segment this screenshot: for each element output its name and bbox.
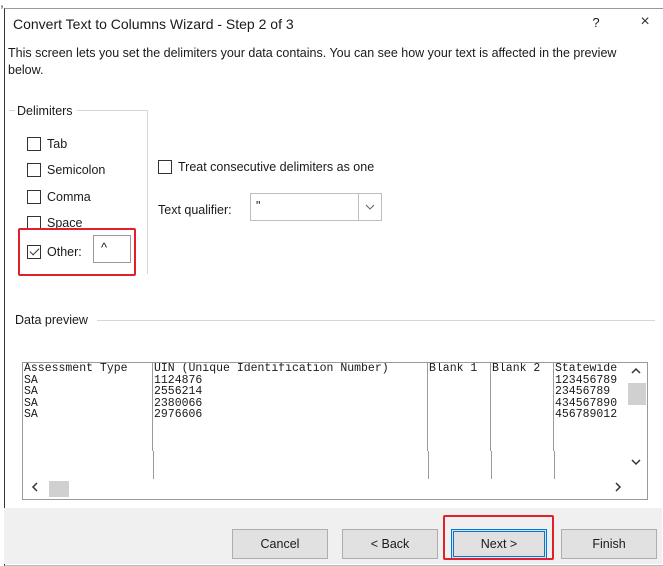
scroll-left-icon[interactable] (31, 480, 38, 495)
scroll-up-icon[interactable] (631, 365, 641, 377)
cancel-button-label: Cancel (260, 537, 300, 551)
scroll-down-icon[interactable] (631, 457, 641, 469)
consecutive-option[interactable]: Treat consecutive delimiters as one (158, 160, 374, 174)
data-preview-pane[interactable]: Assessment Type SA SA SA SA UIN (Unique … (22, 362, 648, 500)
preview-header: Blank 1 (429, 363, 478, 375)
comma-checkbox[interactable] (27, 190, 41, 204)
tab-label: Tab (47, 137, 68, 151)
other-highlight-box (18, 228, 136, 276)
semicolon-label: Semicolon (47, 163, 106, 177)
preview-header: Assessment Type (24, 363, 128, 375)
dialog-title: Convert Text to Columns Wizard - Step 2 … (13, 16, 294, 32)
preview-header: Blank 2 (492, 363, 541, 375)
help-button[interactable]: ? (589, 15, 603, 30)
finish-button[interactable]: Finish (561, 529, 657, 559)
horizontal-scroll-thumb[interactable] (49, 481, 69, 497)
preview-column-divider (491, 451, 492, 479)
back-button-label: < Back (370, 537, 410, 551)
comma-label: Comma (47, 190, 91, 204)
delimiters-group-label: Delimiters (15, 104, 77, 118)
preview-column[interactable]: Blank 1 (428, 363, 491, 451)
preview-divider (97, 320, 655, 321)
vertical-scroll-thumb[interactable] (628, 383, 646, 405)
tab-option[interactable]: Tab (27, 137, 67, 151)
tab-checkbox[interactable] (27, 137, 41, 151)
preview-column-divider (554, 451, 555, 479)
semicolon-checkbox[interactable] (27, 163, 41, 177)
close-button[interactable]: × (635, 11, 655, 33)
finish-button-label: Finish (592, 537, 626, 551)
consecutive-checkbox[interactable] (158, 160, 172, 174)
preview-column[interactable]: UIN (Unique Identification Number) 11248… (153, 363, 428, 451)
consecutive-label: Treat consecutive delimiters as one (178, 160, 375, 174)
comma-option[interactable]: Comma (27, 190, 91, 204)
data-preview-label: Data preview (15, 313, 92, 327)
preview-column-divider (153, 451, 154, 479)
preview-cell: SA (24, 408, 38, 421)
horizontal-scrollbar[interactable] (23, 479, 647, 499)
preview-column[interactable]: Assessment Type SA SA SA SA (23, 363, 153, 451)
text-qualifier-label: Text qualifier: (158, 203, 232, 217)
vertical-scrollbar[interactable] (625, 363, 647, 479)
text-qualifier-select[interactable]: " (250, 193, 382, 221)
back-button[interactable]: < Back (342, 529, 438, 559)
preview-column-divider (428, 451, 429, 479)
description-text: This screen lets you set the delimiters … (8, 46, 617, 77)
preview-column[interactable]: Statewide 123456789 23456789 434567890 4… (554, 363, 627, 451)
chevron-down-icon[interactable] (358, 194, 381, 220)
text-qualifier-value: " (256, 199, 261, 213)
semicolon-option[interactable]: Semicolon (27, 163, 105, 177)
scroll-right-icon[interactable] (615, 480, 622, 495)
preview-column[interactable]: Blank 2 (491, 363, 554, 451)
title-bar: Convert Text to Columns Wizard - Step 2 … (5, 9, 663, 39)
cancel-button[interactable]: Cancel (232, 529, 328, 559)
preview-cell: 456789012 (555, 408, 618, 421)
next-highlight-box (443, 515, 554, 560)
preview-cell: 2976606 (154, 408, 203, 421)
